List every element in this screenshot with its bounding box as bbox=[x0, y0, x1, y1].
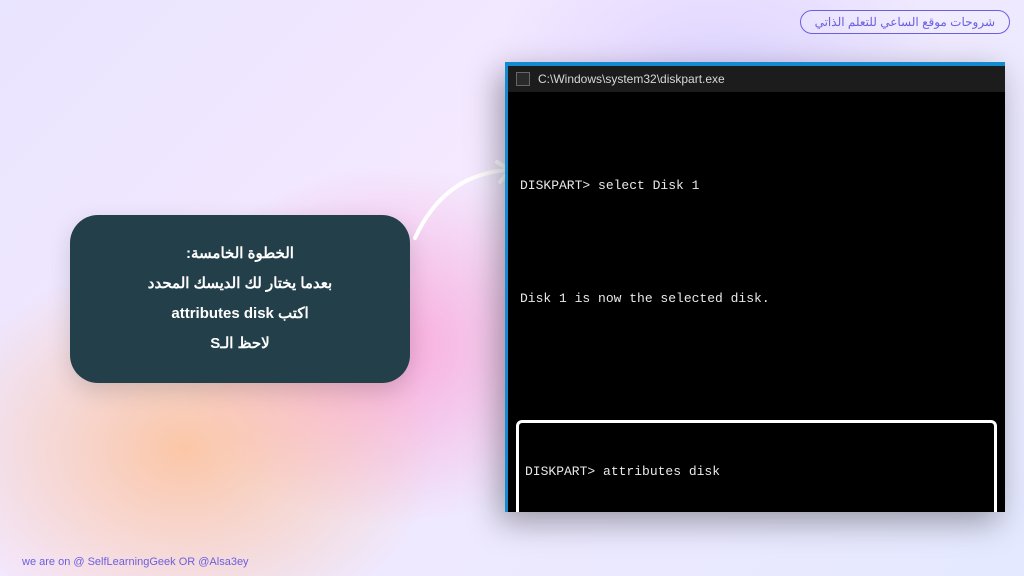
diskpart-terminal-window: C:\Windows\system32\diskpart.exe DISKPAR… bbox=[505, 62, 1005, 512]
callout-line-1: الخطوة الخامسة: bbox=[92, 239, 388, 269]
term-spacer bbox=[520, 234, 993, 253]
terminal-title-text: C:\Windows\system32\diskpart.exe bbox=[538, 72, 725, 86]
term-line: DISKPART> select Disk 1 bbox=[520, 177, 993, 196]
term-line: DISKPART> attributes disk bbox=[525, 463, 988, 482]
terminal-app-icon bbox=[516, 72, 530, 86]
footer-text: we are on @ SelfLearningGeek OR @Alsa3ey bbox=[22, 556, 249, 568]
terminal-block-select: DISKPART> select Disk 1 Disk 1 is now th… bbox=[520, 140, 993, 347]
term-line: Disk 1 is now the selected disk. bbox=[520, 290, 993, 309]
callout-line-4: لاحظ الـS bbox=[92, 329, 388, 359]
callout-line-2: بعدما يختار لك الديسك المحدد bbox=[92, 269, 388, 299]
brand-badge-text: شروحات موقع الساعي للتعلم الذاتي bbox=[815, 15, 995, 29]
footer-credit: we are on @ SelfLearningGeek OR @Alsa3ey bbox=[22, 556, 249, 568]
brand-badge: شروحات موقع الساعي للتعلم الذاتي bbox=[800, 10, 1010, 34]
callout-line-3: اكتب attributes disk bbox=[92, 299, 388, 329]
highlighted-command-box: DISKPART> attributes disk Current Read-o… bbox=[516, 420, 997, 513]
terminal-body[interactable]: DISKPART> select Disk 1 Disk 1 is now th… bbox=[508, 92, 1005, 512]
terminal-titlebar[interactable]: C:\Windows\system32\diskpart.exe bbox=[508, 66, 1005, 92]
step-callout: الخطوة الخامسة: بعدما يختار لك الديسك ال… bbox=[70, 215, 410, 383]
